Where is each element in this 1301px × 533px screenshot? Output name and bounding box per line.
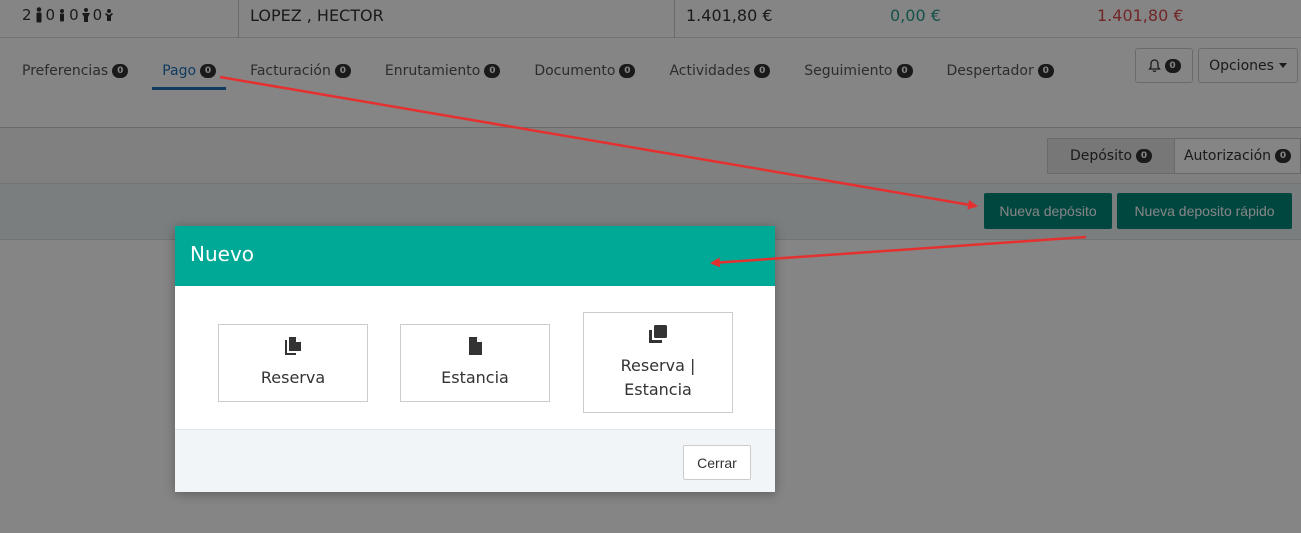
new-deposit-modal: Nuevo Reserva Estancia Reserva | Estanci… [175, 226, 775, 492]
modal-body: Reserva Estancia Reserva | Estancia [175, 286, 775, 429]
clone-icon [649, 324, 667, 343]
choice-reserva-estancia-button[interactable]: Reserva | Estancia [583, 312, 733, 413]
choice-reserva-button[interactable]: Reserva [218, 324, 368, 402]
choice-label: Reserva | Estancia [620, 355, 696, 399]
file-icon [468, 337, 482, 355]
modal-header: Nuevo [175, 226, 775, 286]
close-button[interactable]: Cerrar [683, 445, 751, 480]
copy-icon [285, 337, 301, 355]
choice-estancia-button[interactable]: Estancia [400, 324, 550, 402]
choice-label: Reserva [260, 368, 326, 387]
choice-label: Estancia [441, 368, 509, 387]
modal-footer: Cerrar [175, 429, 775, 492]
modal-title: Nuevo [190, 242, 255, 266]
